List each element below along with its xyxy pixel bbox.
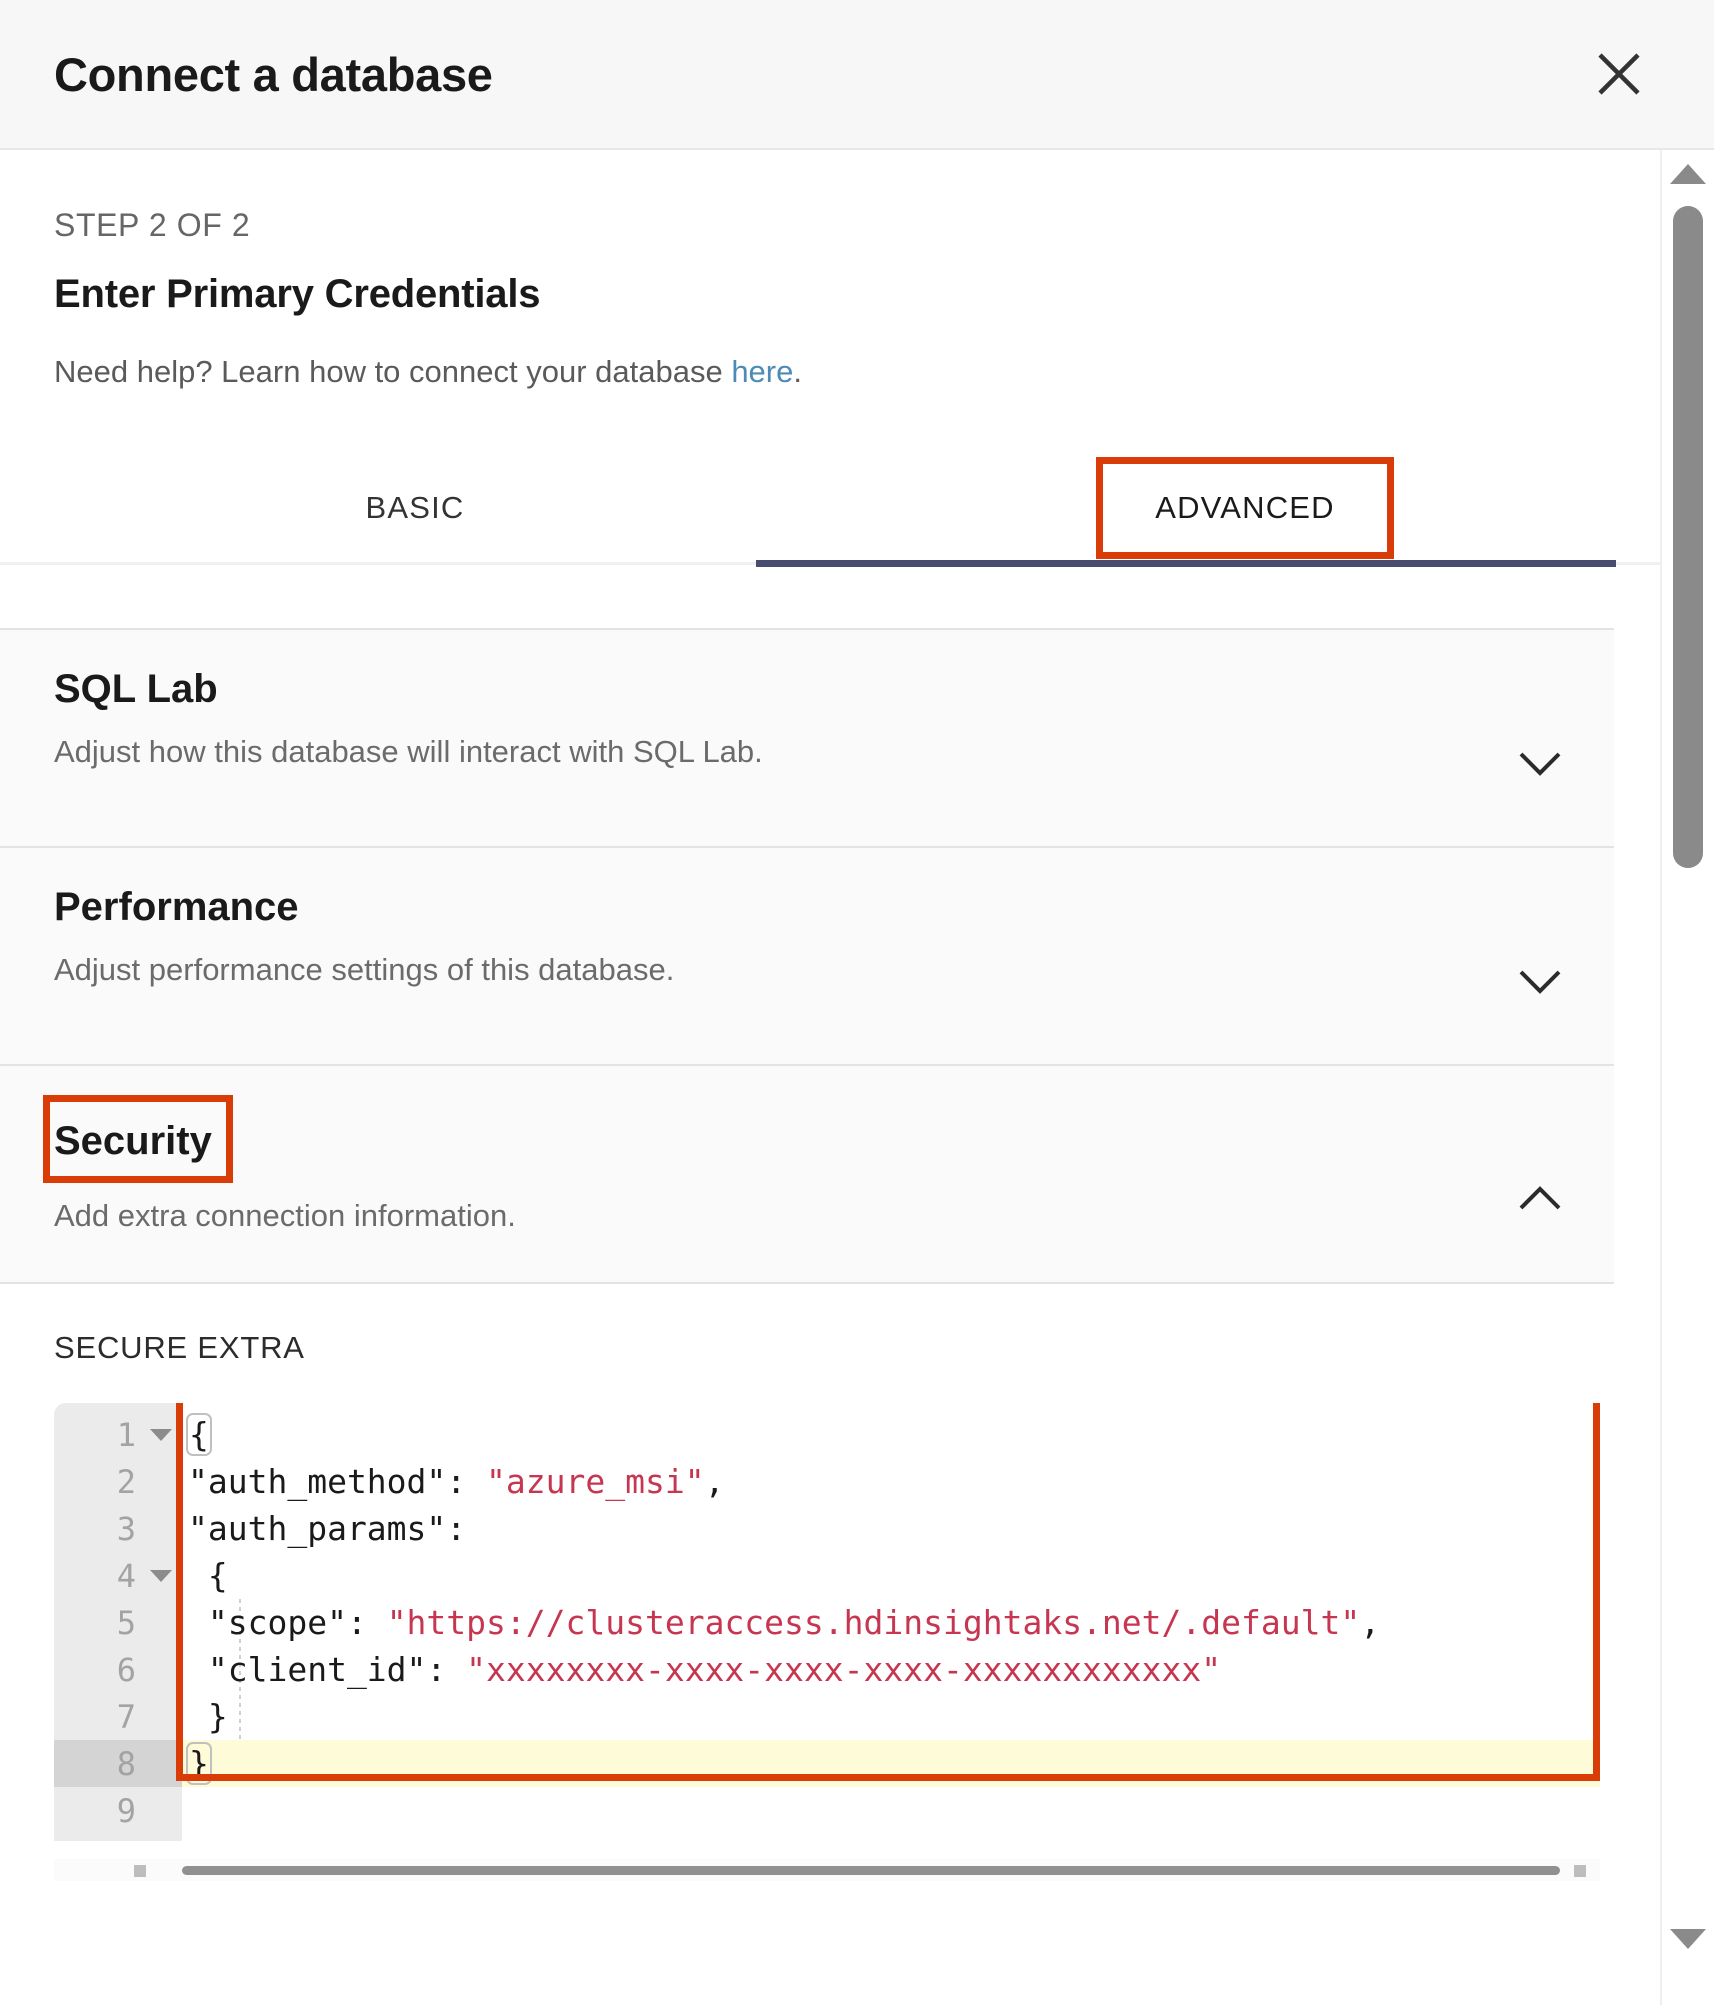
gutter-line-number[interactable]: 2 xyxy=(54,1458,182,1505)
secure-extra-editor[interactable]: 1 2 3 4 5 6 7 8 9 { "auth_method": "azur… xyxy=(54,1403,1600,1841)
code-line-text: "auth_method": xyxy=(188,1462,486,1501)
code-line-text: "scope": xyxy=(188,1603,387,1642)
code-line[interactable]: { xyxy=(182,1411,1600,1458)
fold-placeholder xyxy=(150,1711,172,1723)
line-number: 9 xyxy=(117,1792,136,1830)
accordion-subtitle-sql-lab: Adjust how this database will interact w… xyxy=(54,734,1614,770)
line-number: 4 xyxy=(117,1557,136,1595)
line-number: 8 xyxy=(117,1745,136,1783)
close-icon xyxy=(1593,48,1645,100)
fold-triangle-icon[interactable] xyxy=(150,1570,172,1582)
code-line-tail: , xyxy=(705,1462,725,1501)
code-line-text: } xyxy=(188,1697,228,1736)
editor-gutter: 1 2 3 4 5 6 7 8 9 xyxy=(54,1403,182,1841)
help-text-prefix: Need help? Learn how to connect your dat… xyxy=(54,354,731,389)
secure-extra-editor-wrap: 1 2 3 4 5 6 7 8 9 { "auth_method": "azur… xyxy=(54,1403,1600,1881)
code-string: "xxxxxxxx-xxxx-xxxx-xxxx-xxxxxxxxxxxx" xyxy=(466,1650,1221,1689)
editor-hscroll-thumb[interactable] xyxy=(182,1866,1560,1875)
code-line[interactable]: { xyxy=(182,1552,1600,1599)
tab-basic-label: BASIC xyxy=(347,484,482,532)
code-line[interactable]: } xyxy=(182,1693,1600,1740)
line-number: 7 xyxy=(117,1698,136,1736)
fold-placeholder xyxy=(150,1805,172,1817)
accordion-panel-performance: Performance Adjust performance settings … xyxy=(0,846,1614,1064)
gutter-line-number[interactable]: 5 xyxy=(54,1599,182,1646)
code-line-text: "client_id": xyxy=(188,1650,466,1689)
gutter-line-number[interactable]: 6 xyxy=(54,1646,182,1693)
help-text: Need help? Learn how to connect your dat… xyxy=(54,354,802,390)
accordion-header-performance[interactable]: Performance Adjust performance settings … xyxy=(0,848,1614,1064)
code-line[interactable]: "auth_params": xyxy=(182,1505,1600,1552)
code-line-text: "auth_params": xyxy=(188,1509,466,1548)
line-number: 3 xyxy=(117,1510,136,1548)
code-line[interactable]: "auth_method": "azure_msi", xyxy=(182,1458,1600,1505)
tab-advanced-label: ADVANCED xyxy=(1103,464,1387,552)
accordion-panel-sql-lab: SQL Lab Adjust how this database will in… xyxy=(0,628,1614,846)
scrollbar-thumb[interactable] xyxy=(1673,206,1703,868)
gutter-line-number[interactable]: 1 xyxy=(54,1411,182,1458)
line-number: 1 xyxy=(117,1416,136,1454)
scroll-down-arrow-icon[interactable] xyxy=(1670,1929,1706,1949)
accordion-header-sql-lab[interactable]: SQL Lab Adjust how this database will in… xyxy=(0,630,1614,846)
tab-bar: BASIC ADVANCED xyxy=(0,450,1660,566)
page-title: Connect a database xyxy=(54,51,493,98)
accordion-title-security: Security xyxy=(50,1102,226,1176)
line-number: 6 xyxy=(117,1651,136,1689)
gutter-line-number[interactable]: 4 xyxy=(54,1552,182,1599)
accordion-header-security[interactable]: Security Add extra connection informatio… xyxy=(0,1066,1614,1282)
connect-database-modal: Connect a database STEP 2 OF 2 Enter Pri… xyxy=(0,0,1714,2005)
code-string: "azure_msi" xyxy=(486,1462,705,1501)
editor-code-area[interactable]: { "auth_method": "azure_msi", "auth_para… xyxy=(182,1403,1600,1841)
editor-horizontal-scrollbar[interactable] xyxy=(54,1859,1600,1881)
chevron-up-icon[interactable] xyxy=(1518,1184,1562,1214)
code-line-text: } xyxy=(188,1744,210,1783)
fold-triangle-icon[interactable] xyxy=(150,1429,172,1441)
fold-placeholder xyxy=(150,1523,172,1535)
chevron-down-icon[interactable] xyxy=(1518,748,1562,778)
fold-placeholder xyxy=(150,1664,172,1676)
fold-placeholder xyxy=(150,1758,172,1770)
wizard-step-label: STEP 2 OF 2 xyxy=(54,207,250,244)
accordion-title-performance: Performance xyxy=(54,884,299,930)
accordion-subtitle-security: Add extra connection information. xyxy=(54,1198,1614,1234)
modal-vertical-scrollbar[interactable] xyxy=(1660,150,1714,2005)
help-link[interactable]: here xyxy=(731,354,793,389)
gutter-line-number[interactable]: 7 xyxy=(54,1693,182,1740)
code-line[interactable]: "client_id": "xxxxxxxx-xxxx-xxxx-xxxx-xx… xyxy=(182,1646,1600,1693)
secure-extra-label: SECURE EXTRA xyxy=(54,1330,1614,1366)
modal-header: Connect a database xyxy=(0,0,1714,150)
code-string: "https://clusteraccess.hdinsightaks.net/… xyxy=(387,1603,1361,1642)
help-text-suffix: . xyxy=(793,354,802,389)
chevron-down-icon[interactable] xyxy=(1518,966,1562,996)
code-line-tail: , xyxy=(1360,1603,1380,1642)
line-number: 5 xyxy=(117,1604,136,1642)
code-line-text: { xyxy=(188,1556,228,1595)
scroll-up-arrow-icon[interactable] xyxy=(1670,164,1706,184)
scroll-right-arrow-icon[interactable] xyxy=(1574,1865,1586,1877)
wizard-section-title: Enter Primary Credentials xyxy=(54,272,540,317)
gutter-line-number[interactable]: 3 xyxy=(54,1505,182,1552)
tab-basic[interactable]: BASIC xyxy=(0,450,830,566)
accordion-subtitle-performance: Adjust performance settings of this data… xyxy=(54,952,1614,988)
tab-advanced[interactable]: ADVANCED xyxy=(830,450,1660,566)
gutter-line-number[interactable]: 9 xyxy=(54,1787,182,1834)
tab-active-indicator xyxy=(756,560,1616,567)
gutter-line-number-active[interactable]: 8 xyxy=(54,1740,182,1787)
modal-body: STEP 2 OF 2 Enter Primary Credentials Ne… xyxy=(0,150,1660,2005)
fold-placeholder xyxy=(150,1617,172,1629)
line-number: 2 xyxy=(117,1463,136,1501)
code-line-active[interactable]: } xyxy=(182,1740,1600,1787)
scroll-left-arrow-icon[interactable] xyxy=(134,1865,146,1877)
code-line[interactable]: "scope": "https://clusteraccess.hdinsigh… xyxy=(182,1599,1600,1646)
close-button[interactable] xyxy=(1586,41,1652,107)
accordion-title-sql-lab: SQL Lab xyxy=(54,666,218,712)
code-line-text: { xyxy=(188,1415,210,1454)
fold-placeholder xyxy=(150,1476,172,1488)
code-line[interactable] xyxy=(182,1787,1600,1834)
